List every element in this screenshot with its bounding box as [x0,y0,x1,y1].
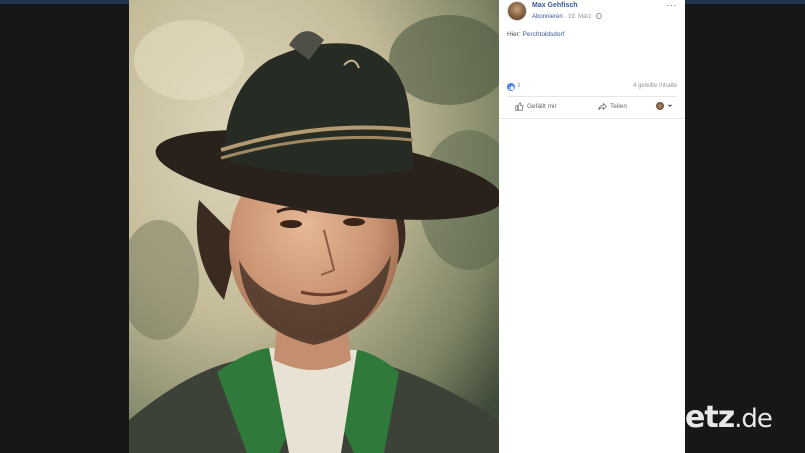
post-date-link[interactable]: 19. März [568,14,591,20]
portrait-illustration [129,0,499,453]
share-icon [598,102,607,111]
chevron-down-icon [667,104,673,108]
thumbs-up-glyph [509,84,514,90]
post-side-panel: Max Gehfisch Abonnieren · 19. März ··· H… [499,0,685,453]
divider [507,96,677,97]
like-badge-icon[interactable] [507,83,515,91]
more-icon[interactable]: ··· [667,0,678,10]
share-button-label: Teilen [610,103,627,110]
like-icon [515,102,524,111]
share-button[interactable]: Teilen [598,102,627,111]
author-avatar[interactable] [507,1,527,21]
like-button-label: Gefällt mir [527,103,557,110]
watermark-tld: .de [734,404,773,434]
like-button[interactable]: Gefällt mir [515,102,557,111]
author-name-link[interactable]: Max Gehfisch [532,2,578,9]
post-meta: Abonnieren · 19. März [532,13,603,20]
divider [499,118,685,119]
post-actions: Gefällt mir Teilen [507,99,677,115]
like-count[interactable]: 3 [517,83,520,89]
subscribe-link[interactable]: Abonnieren [532,14,563,20]
checkin-line: Hier: Perchtoldsdorf [507,31,564,38]
checkin-prefix: Hier: [507,31,521,38]
meta-separator: · [564,14,567,20]
location-link[interactable]: Perchtoldsdorf [523,31,565,38]
reaction-selector[interactable] [656,102,673,110]
reaction-avatar-icon [656,102,664,110]
watermark: etz.de [685,400,805,448]
reaction-counts: 3 4 geteilte Inhalte [507,82,677,92]
watermark-text: etz [685,400,735,435]
post-header: Max Gehfisch Abonnieren · 19. März ··· [499,0,685,26]
post-photo[interactable] [129,0,499,453]
globe-icon [596,13,603,19]
shares-count-link[interactable]: 4 geteilte Inhalte [633,83,677,89]
